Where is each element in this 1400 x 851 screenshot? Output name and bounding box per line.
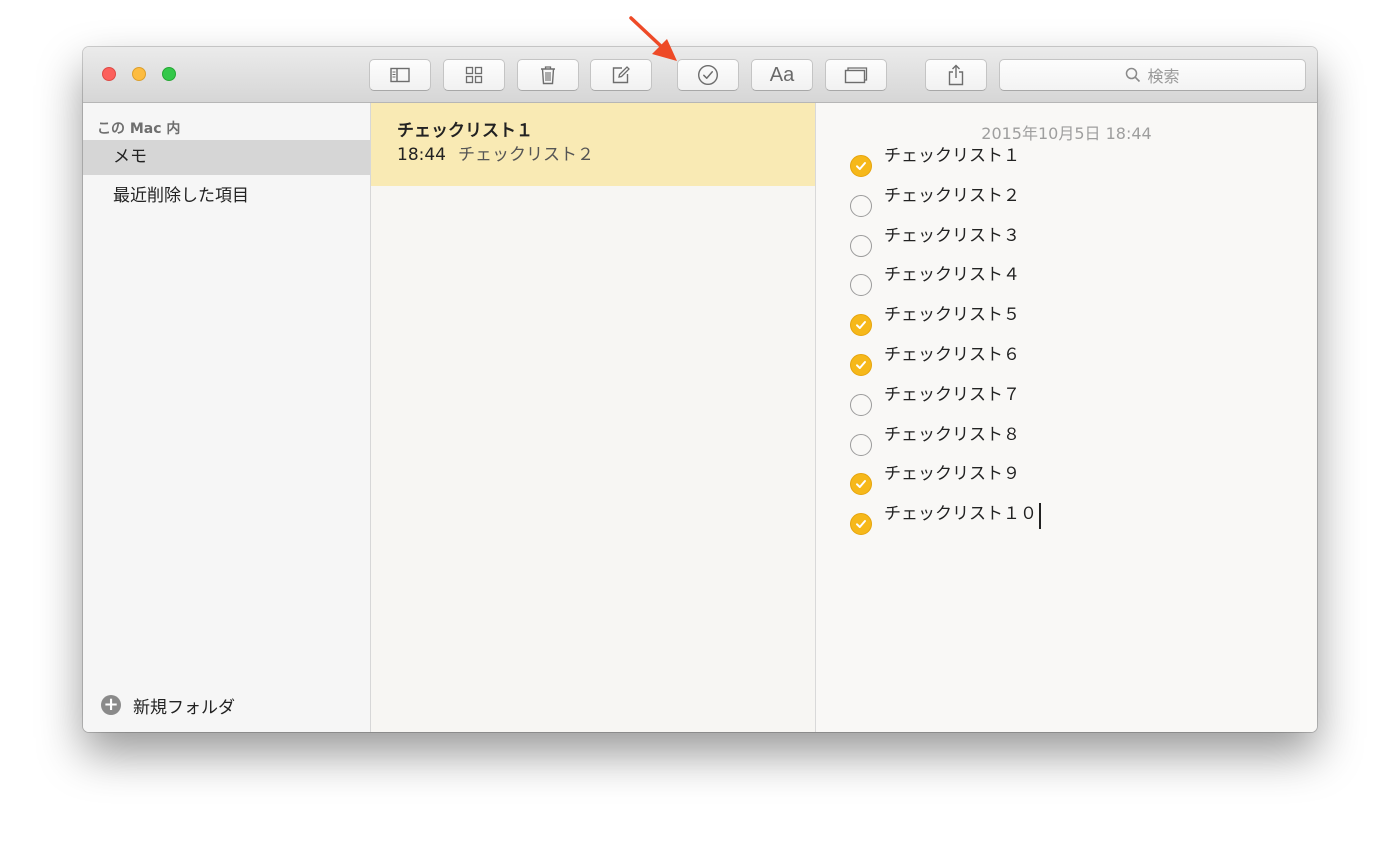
delete-button[interactable] xyxy=(517,59,579,91)
text-format-icon: Aa xyxy=(769,63,795,86)
folder-sidebar: この Mac 内 メモ 最近削除した項目 + 新規フォルダ xyxy=(83,103,371,732)
checked-circle-icon[interactable] xyxy=(850,314,872,337)
checklist-button[interactable] xyxy=(677,59,739,91)
note-subtitle: 18:44 チェックリスト２ xyxy=(397,143,815,167)
close-window-button[interactable] xyxy=(102,67,116,81)
checklist-item[interactable]: チェックリスト２ xyxy=(850,185,1041,225)
checklist-item-text: チェックリスト２ xyxy=(884,185,1020,206)
checklist-item-text: チェックリスト９ xyxy=(884,464,1020,485)
notes-list: チェックリスト１ 18:44 チェックリスト２ xyxy=(371,103,816,732)
checklist-item-text: チェックリスト１０ xyxy=(884,504,1037,525)
new-folder-button[interactable]: + 新規フォルダ xyxy=(101,693,235,718)
checked-circle-icon[interactable] xyxy=(850,353,872,376)
note-date: 2015年10月5日 18:44 xyxy=(981,124,1152,143)
search-icon xyxy=(1126,67,1141,83)
checklist-item[interactable]: チェックリスト４ xyxy=(850,264,1041,304)
trash-icon xyxy=(541,66,555,85)
grid-icon xyxy=(465,66,483,84)
checkmark-circle-icon xyxy=(697,64,719,86)
checklist-item-text: チェックリスト６ xyxy=(884,344,1020,365)
sidebar-item-notes[interactable]: メモ xyxy=(83,140,370,175)
zoom-window-button[interactable] xyxy=(162,67,176,81)
checklist-item-text: チェックリスト７ xyxy=(884,384,1020,405)
plus-icon: + xyxy=(101,695,121,715)
checklist-item[interactable]: チェックリスト６ xyxy=(850,344,1041,384)
sidebar-toggle-button[interactable] xyxy=(369,59,431,91)
note-editor[interactable]: 2015年10月5日 18:44 チェックリスト１ チェックリスト２ チェックリスト… xyxy=(816,103,1317,732)
note-title: チェックリスト１ xyxy=(397,121,533,141)
checked-circle-icon[interactable] xyxy=(850,513,872,536)
checklist-item[interactable]: チェックリスト１０ xyxy=(850,503,1041,543)
note-preview: チェックリスト２ xyxy=(458,145,594,165)
checklist-item[interactable]: チェックリスト９ xyxy=(850,463,1041,503)
attachments-button[interactable] xyxy=(825,59,887,91)
checklist-item[interactable]: チェックリスト８ xyxy=(850,424,1041,464)
notes-window: Aa 検索 この Mac 内 メモ 最近削除した項目 + 新規フォルダ チェック… xyxy=(83,47,1317,732)
share-button[interactable] xyxy=(925,59,987,91)
minimize-window-button[interactable] xyxy=(132,67,146,81)
checklist-item[interactable]: チェックリスト７ xyxy=(850,384,1041,424)
unchecked-circle-icon[interactable] xyxy=(850,433,872,456)
checklist-item-text: チェックリスト５ xyxy=(884,305,1020,326)
checklist-item-text: チェックリスト８ xyxy=(884,424,1020,445)
checklist-item[interactable]: チェックリスト３ xyxy=(850,225,1041,265)
checked-circle-icon[interactable] xyxy=(850,473,872,496)
note-list-item[interactable]: チェックリスト１ 18:44 チェックリスト２ xyxy=(371,103,815,186)
sidebar-icon xyxy=(390,67,410,83)
annotation-arrow-icon xyxy=(629,16,677,61)
unchecked-circle-icon[interactable] xyxy=(850,194,872,217)
sidebar-heading: この Mac 内 xyxy=(97,121,181,137)
toolbar: Aa 検索 xyxy=(83,47,1317,103)
format-button[interactable]: Aa xyxy=(751,59,813,91)
share-icon xyxy=(948,64,964,86)
unchecked-circle-icon[interactable] xyxy=(850,393,872,416)
text-cursor xyxy=(1039,503,1041,530)
checklist: チェックリスト１ チェックリスト２ チェックリスト３ チェックリスト４ チェックリスト５… xyxy=(850,145,1041,543)
checked-circle-icon[interactable] xyxy=(850,155,872,177)
checklist-item[interactable]: チェックリスト１ xyxy=(850,145,1041,185)
gallery-view-button[interactable] xyxy=(443,59,505,91)
checklist-item-text: チェックリスト１ xyxy=(884,146,1020,166)
note-time: 18:44 xyxy=(397,145,446,165)
unchecked-circle-icon[interactable] xyxy=(850,234,872,257)
attachments-icon xyxy=(844,67,868,84)
checklist-item-text: チェックリスト４ xyxy=(884,265,1020,286)
new-folder-label: 新規フォルダ xyxy=(133,697,235,718)
unchecked-circle-icon[interactable] xyxy=(850,274,872,297)
sidebar-item-recently-deleted[interactable]: 最近削除した項目 xyxy=(83,179,370,214)
checklist-item[interactable]: チェックリスト５ xyxy=(850,304,1041,344)
search-placeholder: 検索 xyxy=(1147,67,1180,86)
checklist-item-text: チェックリスト３ xyxy=(884,225,1020,246)
search-field[interactable]: 検索 xyxy=(999,59,1306,91)
